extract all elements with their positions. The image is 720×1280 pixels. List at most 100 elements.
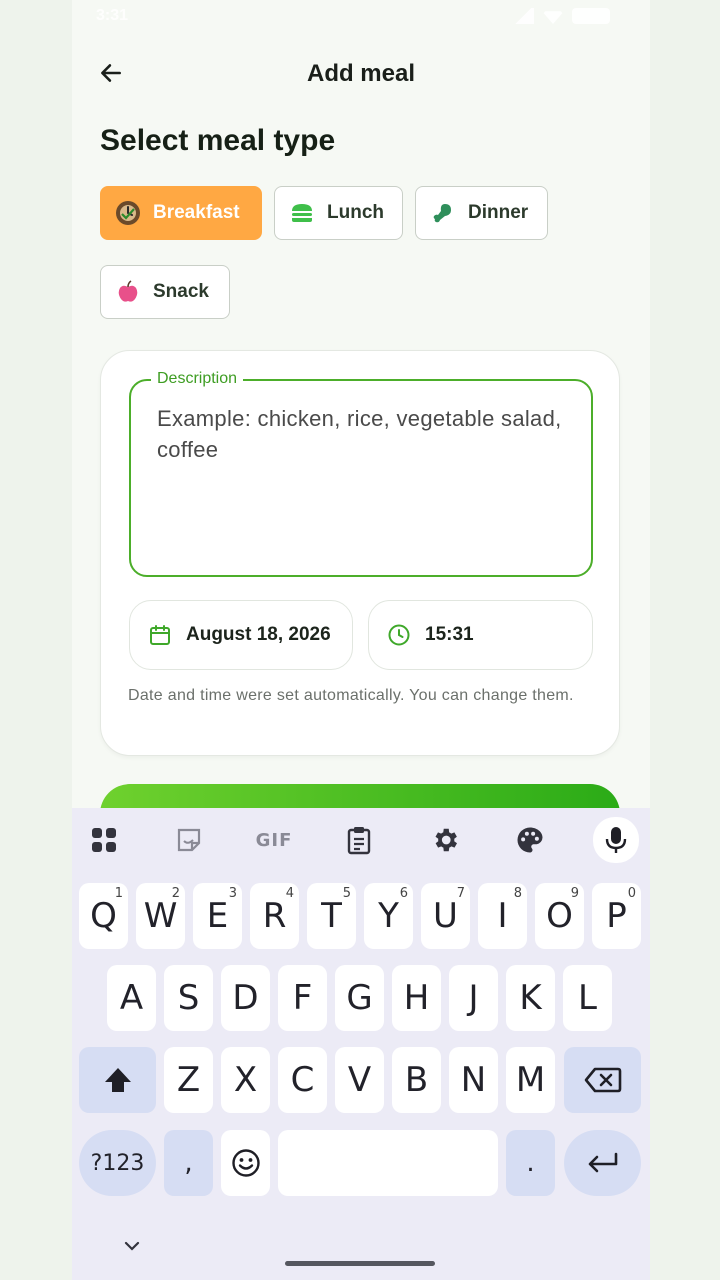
key-label: F	[292, 978, 313, 1018]
key-label: R	[262, 896, 287, 936]
time-picker-button[interactable]: 15:31	[368, 600, 593, 670]
key-label: K	[519, 978, 542, 1018]
gif-button[interactable]: GIF	[252, 818, 296, 862]
key-label: .	[526, 1148, 535, 1178]
key-label: N	[460, 1060, 487, 1100]
key-label: I	[497, 896, 508, 936]
key-y[interactable]: Y6	[364, 883, 413, 949]
key-g[interactable]: G	[335, 965, 384, 1031]
gear-icon[interactable]	[423, 818, 467, 862]
key-number: 1	[114, 886, 123, 901]
apps-icon[interactable]	[82, 818, 126, 862]
description-field[interactable]: Description Example: chicken, rice, vege…	[129, 370, 593, 577]
key-number: 6	[399, 886, 408, 901]
page-title: Add meal	[306, 60, 416, 87]
meal-type-breakfast[interactable]: Breakfast	[100, 186, 262, 240]
key-v[interactable]: V	[335, 1047, 384, 1113]
meal-type-snack[interactable]: Snack	[100, 265, 230, 319]
palette-icon[interactable]	[508, 818, 552, 862]
apple-icon	[115, 279, 141, 305]
enter-key[interactable]	[564, 1130, 641, 1196]
status-bar: 3:31	[72, 0, 650, 36]
key-label: M	[515, 1060, 546, 1100]
clock-icon	[388, 624, 410, 646]
key-p[interactable]: P0	[592, 883, 641, 949]
key-number: 4	[285, 886, 294, 901]
gesture-nav-handle[interactable]	[285, 1261, 435, 1266]
key-label: J	[468, 978, 479, 1018]
key-f[interactable]: F	[278, 965, 327, 1031]
meal-type-heading: Select meal type	[100, 124, 336, 157]
wifi-icon	[542, 11, 564, 24]
key-a[interactable]: A	[107, 965, 156, 1031]
key-h[interactable]: H	[392, 965, 441, 1031]
key-l[interactable]: L	[563, 965, 612, 1031]
signal-icon	[512, 8, 534, 24]
key-z[interactable]: Z	[164, 1047, 213, 1113]
comma-key[interactable]: ,	[164, 1130, 213, 1196]
burger-icon	[289, 200, 315, 226]
date-value: August 18, 2026	[186, 624, 331, 645]
on-screen-keyboard: GIF Q1 W2 E3 R4 T5 Y6 U7 I8 O9 P0 A S D …	[72, 808, 650, 1280]
symbols-key[interactable]: ?123	[79, 1130, 156, 1196]
space-key[interactable]	[278, 1130, 498, 1196]
shift-icon	[104, 1068, 131, 1092]
battery-icon	[572, 8, 610, 24]
key-j[interactable]: J	[449, 965, 498, 1031]
key-e[interactable]: E3	[193, 883, 242, 949]
key-label: H	[403, 978, 430, 1018]
mic-icon[interactable]	[593, 817, 639, 863]
meal-type-dinner[interactable]: Dinner	[415, 186, 548, 240]
clipboard-icon[interactable]	[337, 818, 381, 862]
key-r[interactable]: R4	[250, 883, 299, 949]
keyboard-toolbar: GIF	[72, 808, 650, 870]
backspace-icon	[584, 1067, 621, 1093]
app-header: Add meal	[72, 50, 650, 96]
key-label: W	[143, 896, 178, 936]
key-m[interactable]: M	[506, 1047, 555, 1113]
key-x[interactable]: X	[221, 1047, 270, 1113]
backspace-key[interactable]	[564, 1047, 641, 1113]
key-label: ,	[184, 1148, 193, 1178]
key-label: Z	[176, 1060, 201, 1100]
period-key[interactable]: .	[506, 1130, 555, 1196]
key-label: S	[177, 978, 200, 1018]
shift-key[interactable]	[79, 1047, 156, 1113]
key-u[interactable]: U7	[421, 883, 470, 949]
back-button[interactable]	[94, 56, 128, 90]
key-n[interactable]: N	[449, 1047, 498, 1113]
key-t[interactable]: T5	[307, 883, 356, 949]
key-label: B	[404, 1060, 429, 1100]
key-d[interactable]: D	[221, 965, 270, 1031]
key-i[interactable]: I8	[478, 883, 527, 949]
key-label: A	[119, 978, 144, 1018]
status-time: 3:31	[96, 7, 129, 24]
key-number: 5	[342, 886, 351, 901]
sticker-icon[interactable]	[167, 818, 211, 862]
key-label: ?123	[90, 1150, 145, 1176]
clock-plate-icon	[115, 200, 141, 226]
emoji-icon	[231, 1149, 260, 1177]
key-o[interactable]: O9	[535, 883, 584, 949]
meal-type-lunch[interactable]: Lunch	[274, 186, 403, 240]
key-number: 0	[627, 886, 636, 901]
date-picker-button[interactable]: August 18, 2026	[129, 600, 353, 670]
key-label: U	[433, 896, 458, 936]
keyboard-collapse-button[interactable]	[120, 1236, 144, 1256]
chip-label: Lunch	[327, 202, 384, 223]
key-q[interactable]: Q1	[79, 883, 128, 949]
key-c[interactable]: C	[278, 1047, 327, 1113]
datetime-hint: Date and time were set automatically. Yo…	[128, 687, 574, 704]
key-b[interactable]: B	[392, 1047, 441, 1113]
arrow-left-icon	[101, 64, 121, 82]
enter-icon	[588, 1152, 617, 1173]
description-label: Description	[151, 370, 244, 388]
key-label: P	[606, 896, 627, 936]
calendar-icon	[150, 625, 170, 645]
key-w[interactable]: W2	[136, 883, 185, 949]
key-k[interactable]: K	[506, 965, 555, 1031]
key-label: V	[347, 1060, 372, 1100]
chip-label: Snack	[153, 281, 209, 302]
emoji-key[interactable]	[221, 1130, 270, 1196]
key-s[interactable]: S	[164, 965, 213, 1031]
